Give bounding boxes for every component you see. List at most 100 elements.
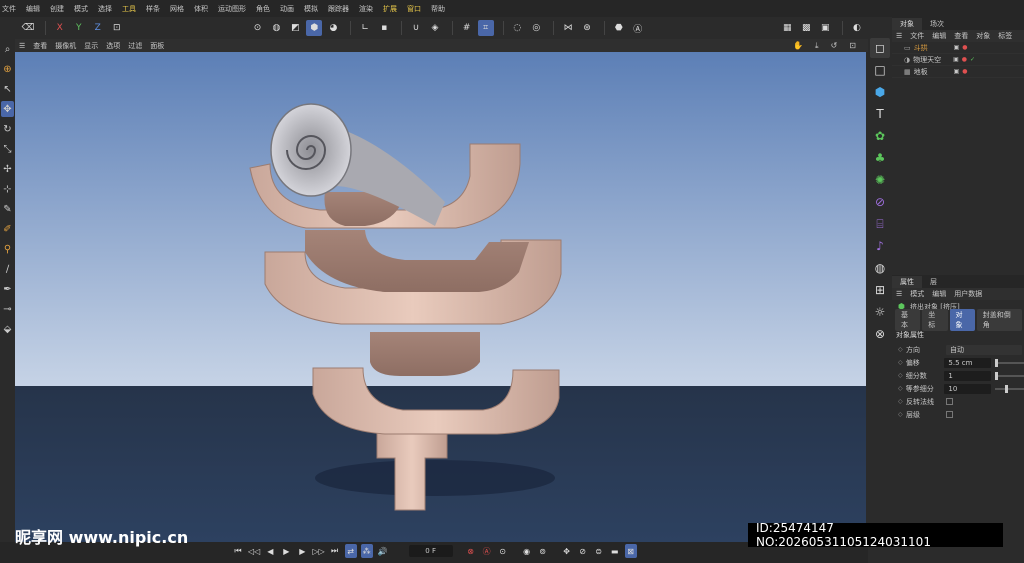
sound-icon[interactable]: 🔊 (377, 544, 389, 558)
menu-edit[interactable]: 编辑 (26, 4, 40, 14)
menu-tools[interactable]: 工具 (122, 4, 136, 14)
effector-icon[interactable]: ✺ (870, 170, 890, 190)
key-rotation-icon[interactable]: ⊚ (537, 544, 549, 558)
polygons-mode-icon[interactable]: ◩ (287, 20, 303, 36)
key-pla-icon[interactable]: ▬ (609, 544, 621, 558)
move-icon[interactable]: ✥ (1, 101, 14, 117)
camera-icon[interactable]: ⊞ (870, 280, 890, 300)
menu-character[interactable]: 角色 (256, 4, 270, 14)
om-menu-edit[interactable]: 编辑 (932, 31, 946, 41)
field-icon[interactable]: ⌸ (870, 214, 890, 234)
autokey-icon[interactable]: Ⓐ (481, 544, 493, 558)
viewport-menu-panel[interactable]: 面板 (150, 41, 164, 51)
key-scale-icon[interactable]: ⊘ (577, 544, 589, 558)
environment-icon[interactable]: ◍ (870, 258, 890, 278)
viewport-menu-display[interactable]: 显示 (84, 41, 98, 51)
menu-file[interactable]: 文件 (2, 4, 16, 14)
render-settings-icon[interactable]: ⬣ (611, 20, 627, 36)
orbit-icon[interactable]: ↺ (831, 41, 838, 50)
texture-mode-icon[interactable]: ◕ (325, 20, 341, 36)
live-selection-icon[interactable]: ⊕ (1, 61, 14, 77)
flip-normals-checkbox[interactable] (946, 398, 953, 405)
viewport-menu-view[interactable]: 查看 (33, 41, 47, 51)
object-row[interactable]: ▭ 斗拱 ▣ ● (892, 42, 1024, 54)
tag-icon[interactable]: ⊗ (870, 324, 890, 344)
points-mode-icon[interactable]: ⊙ (249, 20, 265, 36)
subtab-coord[interactable]: 坐标 (922, 308, 948, 331)
zoom-icon[interactable]: ⤓ (815, 41, 819, 51)
object-row[interactable]: ◑ 物理天空 ▣ ● ✓ (892, 54, 1024, 66)
subdivision-slider[interactable] (994, 371, 1024, 380)
keyframe-icon[interactable]: ◇ (898, 411, 906, 418)
visibility-icon[interactable]: ▣ (954, 68, 960, 75)
editor-dot-icon[interactable]: ● (962, 44, 967, 51)
subtab-caps[interactable]: 封盖和倒角 (976, 308, 1022, 331)
cloner-icon[interactable]: ♣ (870, 148, 890, 168)
menu-tracker[interactable]: 跟踪器 (328, 4, 349, 14)
isoparm-slider[interactable] (994, 384, 1024, 393)
mograph-icon[interactable]: ✿ (870, 126, 890, 146)
grid-snap-icon[interactable]: # (459, 20, 475, 36)
tab-attributes[interactable]: 属性 (892, 276, 922, 288)
tab-objects[interactable]: 对象 (892, 18, 922, 30)
loop-icon[interactable]: ⇄ (344, 544, 357, 558)
subdivision-input[interactable]: 1 (944, 370, 991, 381)
light-icon[interactable]: ☼ (870, 302, 890, 322)
subtab-basic[interactable]: 基本 (895, 308, 921, 331)
key-grid-icon[interactable]: ⊠ (624, 544, 637, 558)
magnet-icon[interactable]: ∪ (408, 20, 424, 36)
keyframe-icon[interactable]: ◇ (898, 385, 906, 392)
knife-icon[interactable]: ∕ (1, 261, 14, 277)
checkmark-icon[interactable]: ✓ (970, 56, 975, 63)
slider-handle[interactable] (1005, 384, 1009, 393)
play-icon[interactable]: ▶ (280, 544, 292, 558)
primitive-cube-icon[interactable]: ⬢ (870, 82, 890, 102)
axis-x-button[interactable]: X (52, 20, 68, 36)
sculpt-icon[interactable]: ⊸ (1, 301, 14, 317)
record-icon[interactable]: ⊗ (465, 544, 477, 558)
key-param-icon[interactable]: ⊜ (593, 544, 605, 558)
pan-icon[interactable]: ✋ (793, 41, 803, 50)
render-view-icon[interactable]: ▦ (779, 20, 795, 36)
edges-mode-icon[interactable]: ◍ (268, 20, 284, 36)
menu-select[interactable]: 选择 (98, 4, 112, 14)
symmetry-icon[interactable]: ⋈ (560, 20, 576, 36)
spline-icon[interactable]: ♪ (870, 236, 890, 256)
menu-spline[interactable]: 样条 (146, 4, 160, 14)
menu-icon[interactable]: ☰ (896, 290, 902, 298)
cube-icon[interactable]: ◻ (870, 38, 890, 58)
om-menu-file[interactable]: 文件 (910, 31, 924, 41)
am-menu-userdata[interactable]: 用户数据 (954, 289, 982, 299)
om-menu-object[interactable]: 对象 (976, 31, 990, 41)
soft-selection-icon[interactable]: ◈ (427, 20, 443, 36)
isoparm-input[interactable]: 10 (944, 383, 991, 394)
prev-key-icon[interactable]: ◁◁ (248, 544, 260, 558)
pivot-icon[interactable]: ⊛ (579, 20, 595, 36)
axis-z-button[interactable]: Z (90, 20, 106, 36)
om-menu-view[interactable]: 查看 (954, 31, 968, 41)
maximize-icon[interactable]: ⊡ (849, 41, 856, 50)
menu-simulate[interactable]: 模拟 (304, 4, 318, 14)
render-picture-viewer-icon[interactable]: ▩ (798, 20, 814, 36)
keyframe-icon[interactable]: ◇ (898, 346, 906, 353)
undo-icon[interactable]: ⌫ (20, 20, 36, 36)
asset-icon[interactable]: Ⓐ (630, 20, 646, 36)
menu-volume[interactable]: 体积 (194, 4, 208, 14)
direction-dropdown[interactable]: 自动 (946, 344, 1022, 355)
viewport-menu-icon[interactable]: ☰ (19, 42, 25, 50)
brush-icon[interactable]: ✐ (1, 221, 14, 237)
om-menu-tags[interactable]: 标签 (998, 31, 1012, 41)
visibility-icon[interactable]: ▣ (953, 56, 959, 63)
rotate-icon[interactable]: ↻ (1, 121, 14, 137)
am-menu-mode[interactable]: 模式 (910, 289, 924, 299)
object-row[interactable]: ▦ 地板 ▣ ● (892, 66, 1024, 78)
menu-mesh[interactable]: 网格 (170, 4, 184, 14)
workplane-icon[interactable]: ▪ (376, 20, 392, 36)
transform-icon[interactable]: ✢ (1, 161, 14, 177)
current-frame-field[interactable]: 0 F (408, 545, 453, 557)
layout-icon[interactable]: ◐ (849, 20, 865, 36)
slider-handle[interactable] (994, 358, 998, 367)
coordinate-system-icon[interactable]: ⊡ (109, 20, 125, 36)
keyframe-icon[interactable]: ◇ (898, 359, 906, 366)
fill-icon[interactable]: ⬙ (1, 321, 14, 337)
